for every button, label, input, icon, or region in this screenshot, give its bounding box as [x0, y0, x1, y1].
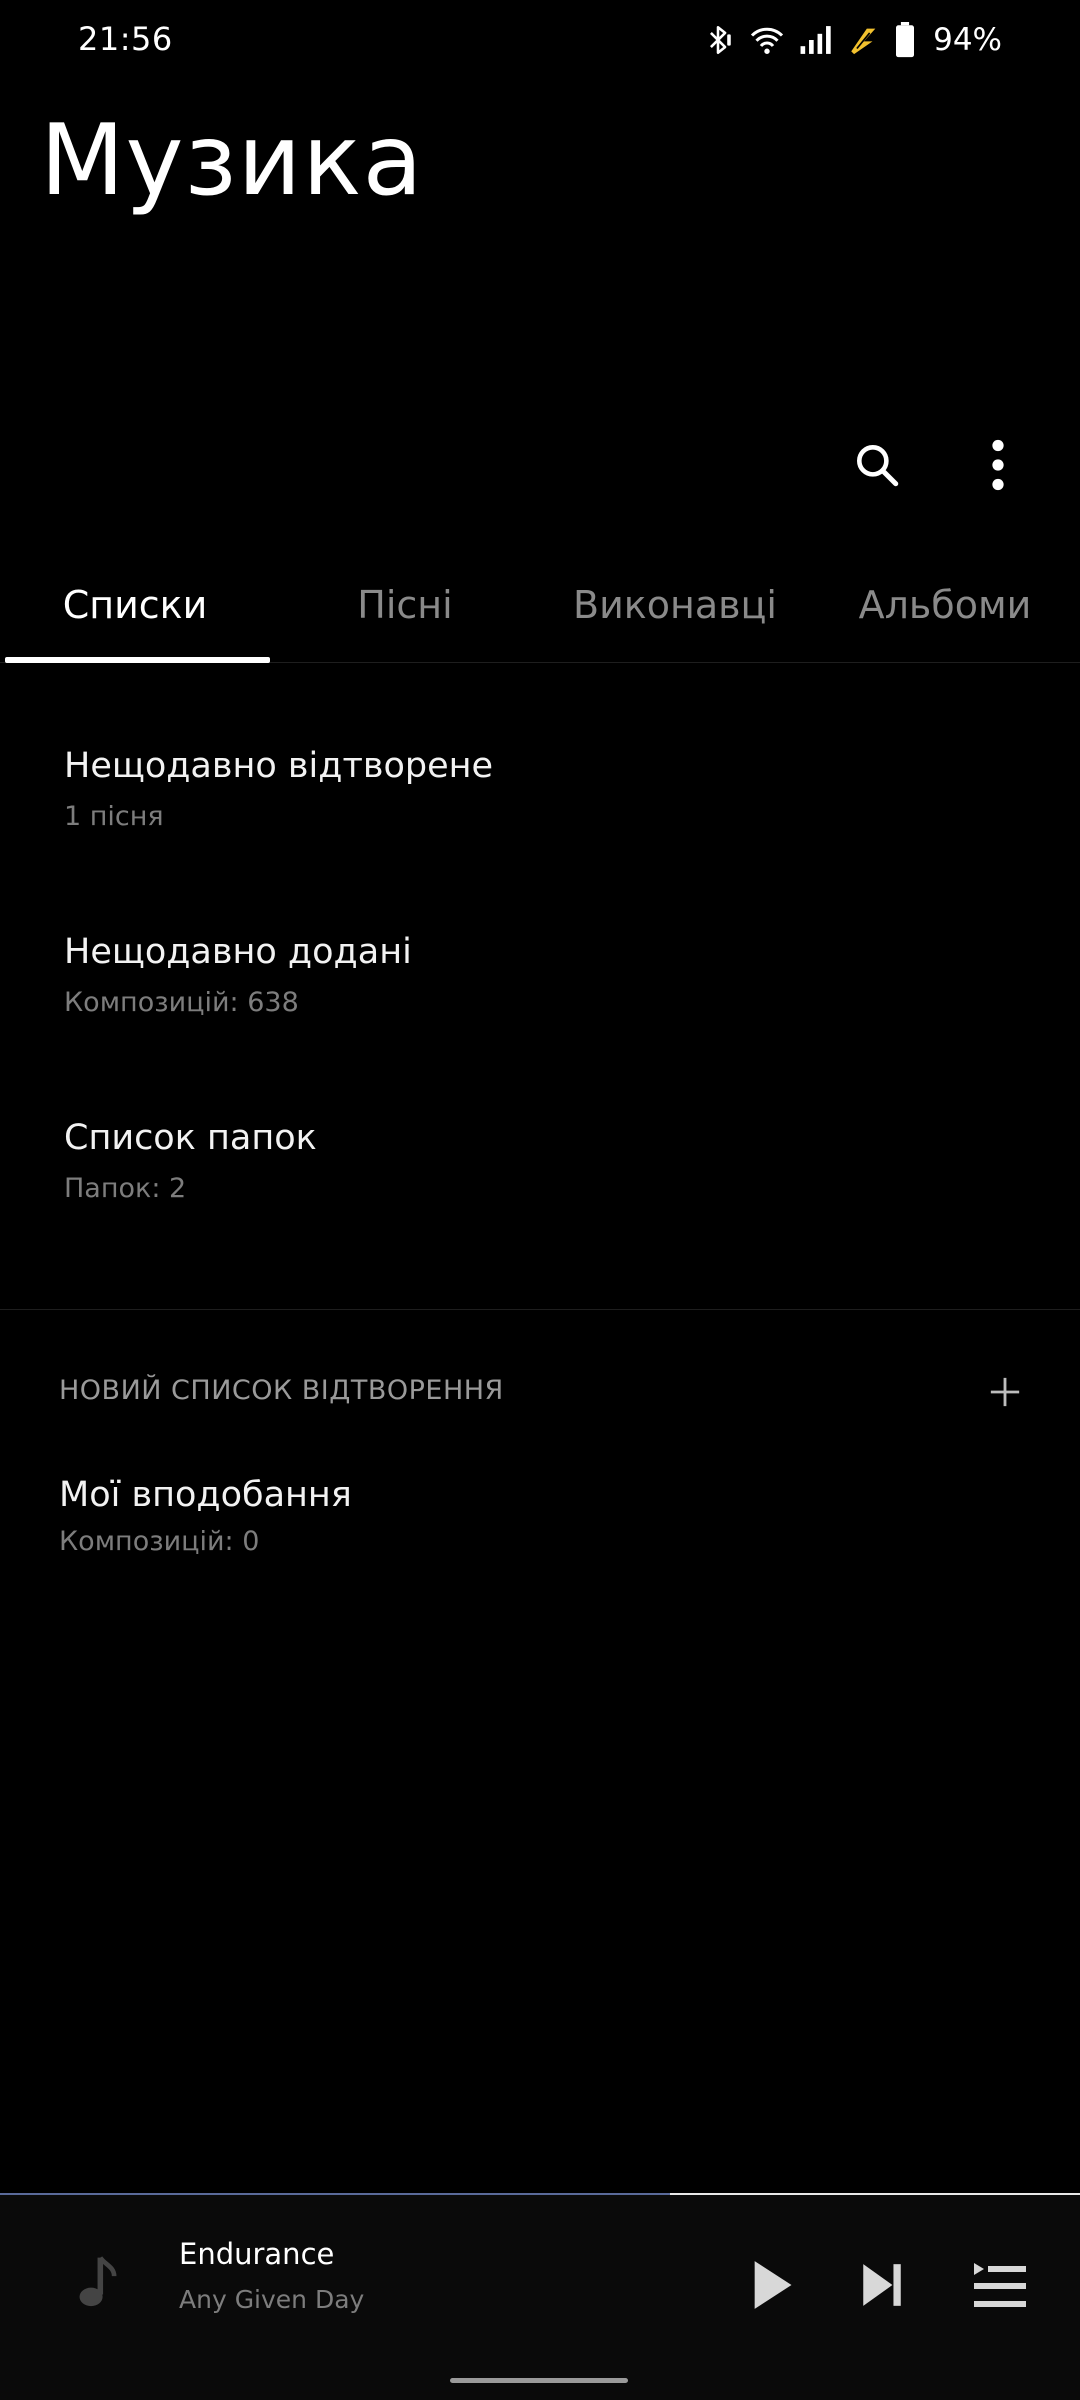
new-playlist-header[interactable]: НОВИЙ СПИСОК ВІДТВОРЕННЯ: [59, 1375, 504, 1406]
queue-list-icon: [974, 2263, 1026, 2307]
queue-button[interactable]: [960, 2245, 1040, 2325]
list-item-title: Нещодавно відтворене: [64, 746, 494, 786]
tab-artists[interactable]: Виконавці: [540, 560, 810, 662]
list-item-title: Нещодавно додані: [64, 932, 412, 972]
tab-bar: Списки Пісні Виконавці Альбоми: [0, 560, 1080, 663]
next-track-button[interactable]: [842, 2245, 922, 2325]
more-vert-icon: [992, 439, 1004, 491]
list-item-folders[interactable]: Список папок Папок: 2: [64, 1116, 1014, 1206]
search-button[interactable]: [832, 420, 922, 510]
playlist-title: Мої вподобання: [59, 1475, 352, 1515]
list-item-recently-added[interactable]: Нещодавно додані Композицій: 638: [64, 930, 1014, 1020]
tab-songs[interactable]: Пісні: [270, 560, 540, 662]
playlist-item-favorites[interactable]: Мої вподобання Композицій: 0: [59, 1473, 1009, 1559]
charging-icon: [847, 24, 881, 56]
skip-next-icon: [863, 2264, 901, 2306]
list-item-subtitle: 1 пісня: [64, 801, 164, 832]
tab-lists[interactable]: Списки: [0, 560, 270, 663]
music-app-screen: 21:56 94% Музика Списки Пісні Виконавці …: [0, 0, 1080, 2400]
section-divider: [0, 1309, 1080, 1310]
tab-albums[interactable]: Альбоми: [810, 560, 1080, 662]
search-icon: [857, 445, 899, 487]
now-playing-artist: Any Given Day: [179, 2285, 365, 2314]
mini-player[interactable]: Endurance Any Given Day: [0, 2195, 1080, 2400]
list-item-title: Список папок: [64, 1118, 317, 1158]
now-playing-title: Endurance: [179, 2237, 335, 2271]
plus-icon: [990, 1377, 1020, 1407]
music-note-icon: [74, 2253, 122, 2313]
page-title: Музика: [40, 104, 424, 218]
playlist-subtitle: Композицій: 0: [59, 1526, 260, 1557]
more-options-button[interactable]: [953, 420, 1043, 510]
status-time: 21:56: [78, 20, 173, 58]
signal-icon: [799, 24, 833, 56]
play-button[interactable]: [732, 2245, 812, 2325]
list-item-subtitle: Папок: 2: [64, 1173, 187, 1204]
battery-percentage: 94%: [933, 22, 1002, 58]
list-item-recently-played[interactable]: Нещодавно відтворене 1 пісня: [64, 744, 1014, 834]
play-icon: [754, 2261, 792, 2309]
add-playlist-button[interactable]: [975, 1362, 1035, 1422]
status-icons: 94%: [701, 18, 1002, 62]
status-bar: 21:56 94%: [0, 0, 1080, 80]
wifi-icon: [749, 23, 785, 57]
battery-icon: [895, 22, 915, 58]
home-indicator[interactable]: [450, 2378, 628, 2383]
list-item-subtitle: Композицій: 638: [64, 987, 299, 1018]
bluetooth-icon: [701, 23, 735, 57]
